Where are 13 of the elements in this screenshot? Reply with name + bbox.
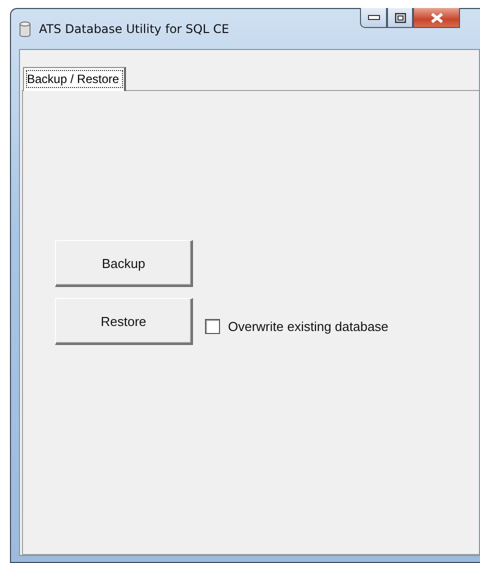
- maximize-icon: [394, 12, 406, 22]
- close-icon: [430, 12, 444, 24]
- maximize-button[interactable]: [387, 8, 413, 28]
- database-icon: [19, 20, 31, 38]
- minimize-icon: [368, 15, 380, 20]
- restore-button[interactable]: Restore: [55, 298, 193, 345]
- overwrite-checkbox[interactable]: [205, 319, 220, 334]
- window-title: ATS Database Utility for SQL CE: [39, 22, 230, 36]
- tab[interactable]: Backup / Restore: [23, 67, 126, 91]
- minimize-button[interactable]: [360, 8, 387, 28]
- close-button[interactable]: [413, 8, 460, 28]
- checkbox-label: Overwrite existing database: [228, 319, 388, 334]
- backup-button[interactable]: Backup: [55, 240, 193, 287]
